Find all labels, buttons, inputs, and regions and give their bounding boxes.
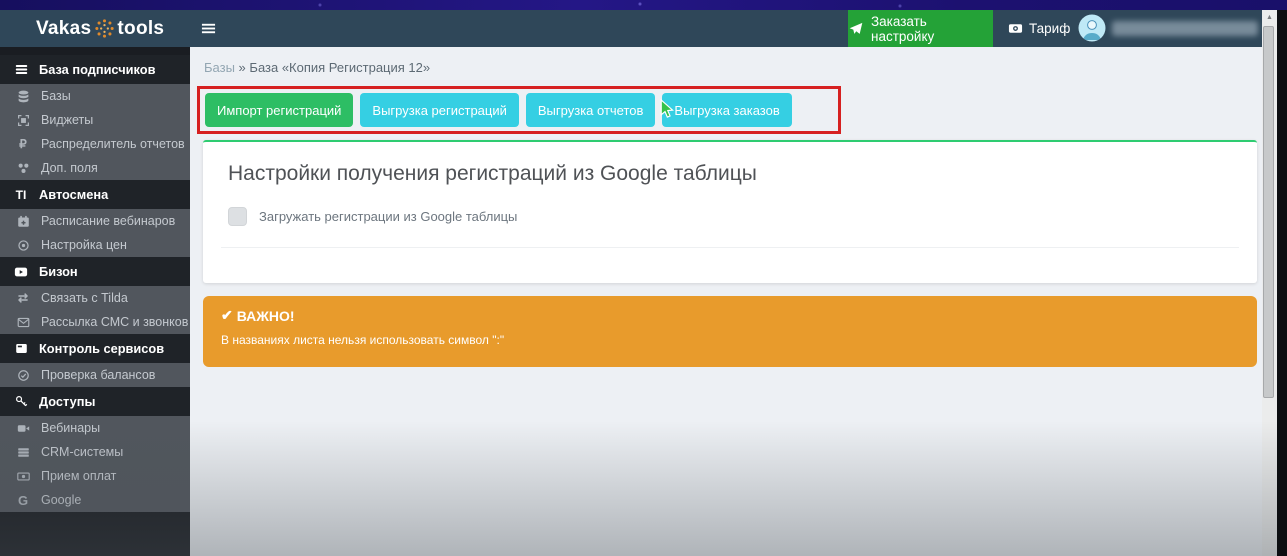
breadcrumb: Базы » База «Копия Регистрация 12» xyxy=(204,60,430,75)
check-circle-icon xyxy=(15,369,31,382)
export-reports-button[interactable]: Выгрузка отчетов xyxy=(526,93,656,127)
page-scrollbar[interactable]: ▲ xyxy=(1262,10,1277,556)
video-top-strip xyxy=(0,0,1287,10)
export-registrations-button[interactable]: Выгрузка регистраций xyxy=(360,93,518,127)
warning-title: ✔ ВАЖНО! xyxy=(221,307,1239,324)
fields-cluster-icon xyxy=(15,162,31,175)
stacked-bars-icon xyxy=(15,446,31,459)
sidebar-item-payments[interactable]: Прием оплат xyxy=(0,464,190,488)
calendar-plus-icon xyxy=(15,215,31,228)
ruble-icon: ₽ xyxy=(15,138,31,150)
scrollbar-up-arrow[interactable]: ▲ xyxy=(1262,10,1277,25)
sidebar-section-label: Контроль сервисов xyxy=(39,341,164,356)
database-icon xyxy=(15,90,31,103)
video-camera-icon xyxy=(15,422,31,435)
window-icon xyxy=(13,342,29,355)
load-registrations-checkbox[interactable] xyxy=(228,207,247,226)
order-setup-button[interactable]: Заказать настройку xyxy=(848,10,993,47)
checkbox-row: Загружать регистрации из Google таблицы xyxy=(228,207,1232,226)
list-icon xyxy=(13,63,29,76)
sidebar-item-price-settings[interactable]: Настройка цен xyxy=(0,233,190,257)
video-play-icon xyxy=(13,265,29,279)
tariff-button[interactable]: Тариф xyxy=(1007,10,1070,47)
sidebar-item-google[interactable]: G Google xyxy=(0,488,190,512)
widgets-icon xyxy=(15,114,31,127)
avatar[interactable] xyxy=(1078,14,1106,42)
warning-text: В названиях листа нельзя использовать си… xyxy=(221,333,1239,347)
breadcrumb-link-bases[interactable]: Базы xyxy=(204,60,235,75)
warning-banner: ✔ ВАЖНО! В названиях листа нельзя исполь… xyxy=(203,296,1257,367)
sidebar-section-label: Автосмена xyxy=(39,187,108,202)
sidebar-item-label: Настройка цен xyxy=(41,238,127,252)
sidebar-item-balance-check[interactable]: Проверка балансов xyxy=(0,363,190,387)
sidebar-item-label: Виджеты xyxy=(41,113,93,127)
sidebar-item-sms-calls[interactable]: Рассылка СМС и звонков xyxy=(0,310,190,334)
toolbar: Импорт регистраций Выгрузка регистраций … xyxy=(205,93,792,127)
sidebar-item-report-distributor[interactable]: ₽ Распределитель отчетов xyxy=(0,132,190,156)
sidebar-section-service-control[interactable]: Контроль сервисов xyxy=(0,334,190,363)
sidebar-section-access[interactable]: Доступы xyxy=(0,387,190,416)
sidebar-item-label: Вебинары xyxy=(41,421,100,435)
sidebar-section-subscribers-base[interactable]: База подписчиков xyxy=(0,55,190,84)
breadcrumb-current: База «Копия Регистрация 12» xyxy=(249,60,430,75)
sidebar-item-webinars[interactable]: Вебинары xyxy=(0,416,190,440)
import-registrations-button[interactable]: Импорт регистраций xyxy=(205,93,353,127)
key-icon xyxy=(13,395,29,408)
sidebar-item-label: Базы xyxy=(41,89,71,103)
app-header: Vakas tools xyxy=(0,10,1262,47)
check-icon: ✔ xyxy=(221,307,233,324)
sidebar-item-webinar-schedule[interactable]: Расписание вебинаров xyxy=(0,209,190,233)
envelope-icon xyxy=(15,316,31,329)
sidebar-item-extra-fields[interactable]: Доп. поля xyxy=(0,156,190,180)
sidebar-item-bases[interactable]: Базы xyxy=(0,84,190,108)
paper-plane-icon xyxy=(848,22,864,36)
google-icon: G xyxy=(15,494,31,507)
export-orders-button[interactable]: Выгрузка заказов xyxy=(662,93,791,127)
username-blurred xyxy=(1112,21,1258,36)
sidebar-item-label: CRM-системы xyxy=(41,445,123,459)
logo-text-vakas: Vakas xyxy=(36,18,91,40)
video-right-edge xyxy=(1277,10,1287,556)
logo-text-tools: tools xyxy=(117,18,164,40)
sidebar-item-widgets[interactable]: Виджеты xyxy=(0,108,190,132)
red-annotation-box: Импорт регистраций Выгрузка регистраций … xyxy=(197,86,841,134)
sidebar-item-link-tilda[interactable]: ⇄ Связать с Tilda xyxy=(0,286,190,310)
sidebar-section-label: База подписчиков xyxy=(39,62,155,77)
order-setup-label: Заказать настройку xyxy=(871,14,993,44)
card-title: Настройки получения регистраций из Googl… xyxy=(228,162,1232,186)
sidebar-item-label: Рассылка СМС и звонков xyxy=(41,315,188,329)
scrollbar-thumb[interactable] xyxy=(1263,26,1274,398)
app-screenshot: Vakas tools xyxy=(0,0,1287,556)
text-height-icon: TI xyxy=(13,189,29,201)
swap-arrows-icon: ⇄ xyxy=(15,292,31,304)
sidebar-item-label: Распределитель отчетов xyxy=(41,137,185,151)
sidebar-item-label: Доп. поля xyxy=(41,161,98,175)
sidebar: База подписчиков Базы Виджеты xyxy=(0,47,190,556)
banknote-icon xyxy=(15,470,31,483)
breadcrumb-separator: » xyxy=(239,60,246,75)
sidebar-section-autoswap[interactable]: TI Автосмена xyxy=(0,180,190,209)
hamburger-menu-icon[interactable] xyxy=(201,21,216,41)
logo: Vakas tools xyxy=(36,10,164,47)
sidebar-section-label: Бизон xyxy=(39,264,78,279)
card-divider xyxy=(221,247,1239,248)
coin-icon xyxy=(15,239,31,252)
sidebar-item-label: Расписание вебинаров xyxy=(41,214,175,228)
tariff-label: Тариф xyxy=(1029,21,1070,36)
sidebar-item-label: Прием оплат xyxy=(41,469,116,483)
warning-title-text: ВАЖНО! xyxy=(237,308,295,324)
checkbox-label: Загружать регистрации из Google таблицы xyxy=(259,209,517,224)
logo-gear-dots-icon xyxy=(93,18,115,39)
sidebar-section-bizon[interactable]: Бизон xyxy=(0,257,190,286)
sidebar-section-label: Доступы xyxy=(39,394,95,409)
sidebar-item-label: Связать с Tilda xyxy=(41,291,128,305)
sidebar-item-label: Google xyxy=(41,493,81,507)
main-content: Базы » База «Копия Регистрация 12» Импор… xyxy=(190,47,1262,556)
sidebar-item-label: Проверка балансов xyxy=(41,368,155,382)
google-sheet-settings-card: Настройки получения регистраций из Googl… xyxy=(203,140,1257,283)
tariff-icon xyxy=(1007,21,1023,36)
sidebar-item-crm-systems[interactable]: CRM-системы xyxy=(0,440,190,464)
